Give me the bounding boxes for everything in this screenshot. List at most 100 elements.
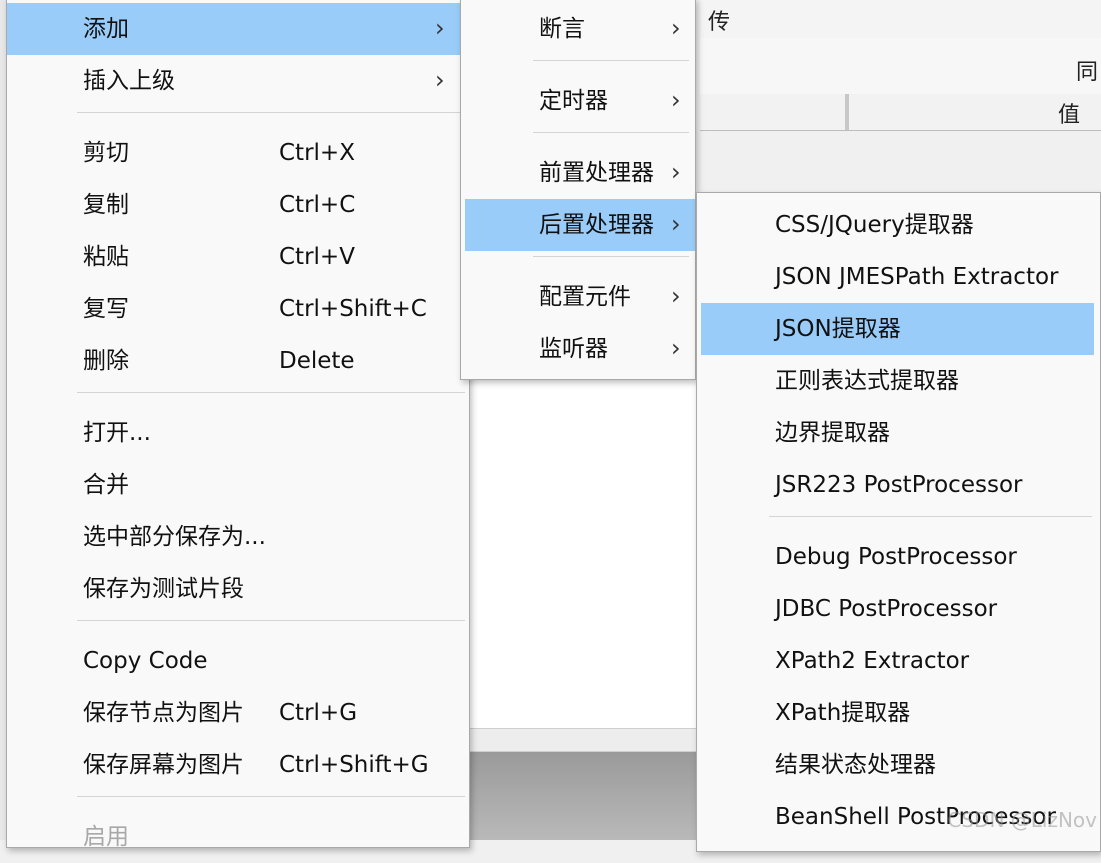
- submenu-item-listener[interactable]: 监听器 ›: [461, 323, 695, 375]
- submenu-item-boundary-extractor[interactable]: 边界提取器: [697, 407, 1100, 459]
- background-panel: [466, 752, 698, 840]
- menu-item-label: 保存为测试片段: [83, 576, 244, 602]
- menu-item-save-as-fragment[interactable]: 保存为测试片段: [7, 563, 469, 615]
- menu-item-label: 合并: [83, 472, 129, 498]
- menu-item-cut[interactable]: 剪切 Ctrl+X: [7, 127, 469, 179]
- background-scrollbar[interactable]: [466, 728, 698, 752]
- menu-item-label: JSON JMESPath Extractor: [775, 264, 1059, 290]
- submenu-item-xpath2-extractor[interactable]: XPath2 Extractor: [697, 635, 1100, 687]
- submenu-item-jdbc-postprocessor[interactable]: JDBC PostProcessor: [697, 583, 1100, 635]
- submenu-item-json-extractor[interactable]: JSON提取器: [701, 303, 1094, 355]
- menu-item-label: 结果状态处理器: [775, 752, 936, 778]
- menu-item-shortcut: Ctrl+Shift+C: [279, 296, 427, 322]
- menu-item-label: 复写: [83, 296, 129, 322]
- menu-separator: [533, 132, 689, 133]
- menu-item-shortcut: Delete: [279, 348, 355, 374]
- submenu-item-xpath-extractor[interactable]: XPath提取器: [697, 687, 1100, 739]
- menu-separator: [77, 392, 465, 393]
- menu-item-label: Debug PostProcessor: [775, 544, 1017, 570]
- menu-item-label: CSS/JQuery提取器: [775, 212, 974, 238]
- menu-item-label: 插入上级: [83, 68, 175, 94]
- menu-separator: [533, 60, 689, 61]
- chevron-right-icon: ›: [671, 334, 681, 362]
- menu-item-merge[interactable]: 合并: [7, 459, 469, 511]
- submenu-item-postprocessor[interactable]: 后置处理器 ›: [465, 199, 695, 251]
- postprocessor-submenu: CSS/JQuery提取器 JSON JMESPath Extractor JS…: [696, 192, 1101, 852]
- menu-item-shortcut: Ctrl+Shift+G: [279, 752, 429, 778]
- menu-item-shortcut: Ctrl+G: [279, 700, 358, 726]
- menu-item-label: Copy Code: [83, 648, 208, 674]
- chevron-right-icon: ›: [671, 210, 681, 238]
- menu-separator: [77, 620, 465, 621]
- menu-item-label: 删除: [83, 348, 129, 374]
- background-options-row: 同: [700, 38, 1101, 95]
- menu-item-label: 保存节点为图片: [83, 700, 244, 726]
- submenu-item-css-jquery-extractor[interactable]: CSS/JQuery提取器: [697, 199, 1100, 251]
- menu-item-label: 选中部分保存为...: [83, 524, 266, 550]
- menu-item-save-screen-image[interactable]: 保存屏幕为图片 Ctrl+Shift+G: [7, 739, 469, 791]
- menu-item-label: JSR223 PostProcessor: [775, 472, 1023, 498]
- menu-item-label: 边界提取器: [775, 420, 890, 446]
- menu-item-label: 断言: [539, 16, 585, 42]
- menu-item-copy[interactable]: 复制 Ctrl+C: [7, 179, 469, 231]
- submenu-item-assertion[interactable]: 断言 ›: [461, 3, 695, 55]
- background-options-text: 同: [1076, 60, 1099, 85]
- menu-item-label: 监听器: [539, 336, 608, 362]
- menu-separator: [77, 796, 465, 797]
- menu-item-label: 正则表达式提取器: [775, 368, 959, 394]
- menu-item-label: 保存屏幕为图片: [83, 752, 244, 778]
- menu-item-shortcut: Ctrl+C: [279, 192, 356, 218]
- menu-item-label: JDBC PostProcessor: [775, 596, 998, 622]
- submenu-item-jsr223-postprocessor[interactable]: JSR223 PostProcessor: [697, 459, 1100, 511]
- menu-item-enable: 启用: [7, 811, 469, 863]
- menu-item-delete[interactable]: 删除 Delete: [7, 335, 469, 387]
- column-divider[interactable]: [845, 94, 849, 130]
- menu-item-label: 配置元件: [539, 284, 631, 310]
- background-toolbar-text: 传: [708, 10, 731, 35]
- submenu-item-debug-postprocessor[interactable]: Debug PostProcessor: [697, 531, 1100, 583]
- menu-item-shortcut: Ctrl+V: [279, 244, 355, 270]
- context-menu: 添加 › 插入上级 › 剪切 Ctrl+X 复制 Ctrl+C 粘贴 Ctrl+…: [6, 0, 470, 850]
- menu-item-add[interactable]: 添加 ›: [7, 3, 469, 55]
- menu-item-label: 复制: [83, 192, 129, 218]
- menu-item-label: XPath2 Extractor: [775, 648, 970, 674]
- menu-item-label: 启用: [83, 824, 129, 850]
- chevron-right-icon: ›: [671, 282, 681, 310]
- submenu-item-regex-extractor[interactable]: 正则表达式提取器: [697, 355, 1100, 407]
- submenu-item-timer[interactable]: 定时器 ›: [461, 75, 695, 127]
- background-toolbar: 传: [700, 0, 1101, 39]
- submenu-item-json-jmespath-extractor[interactable]: JSON JMESPath Extractor: [697, 251, 1100, 303]
- menu-item-save-node-image[interactable]: 保存节点为图片 Ctrl+G: [7, 687, 469, 739]
- menu-separator: [77, 112, 465, 113]
- menu-item-label: 后置处理器: [539, 212, 654, 238]
- menu-item-label: JSON提取器: [775, 316, 901, 342]
- menu-item-paste[interactable]: 粘贴 Ctrl+V: [7, 231, 469, 283]
- submenu-item-result-status-handler[interactable]: 结果状态处理器: [697, 739, 1100, 791]
- column-header-value[interactable]: 值: [1058, 97, 1080, 129]
- chevron-right-icon: ›: [435, 14, 445, 42]
- menu-item-label: 打开...: [83, 420, 151, 446]
- submenu-item-preprocessor[interactable]: 前置处理器 ›: [461, 147, 695, 199]
- menu-item-open[interactable]: 打开...: [7, 407, 469, 459]
- menu-item-insert-parent[interactable]: 插入上级 ›: [7, 55, 469, 107]
- background-table-header: 值: [700, 94, 1101, 131]
- add-submenu: 断言 › 定时器 › 前置处理器 › 后置处理器 › 配置元件 › 监听器 ›: [460, 0, 696, 380]
- menu-item-label: 定时器: [539, 88, 608, 114]
- watermark: CSDN @LizNov: [947, 808, 1097, 832]
- menu-item-label: 前置处理器: [539, 160, 654, 186]
- menu-item-save-selection-as[interactable]: 选中部分保存为...: [7, 511, 469, 563]
- chevron-right-icon: ›: [435, 66, 445, 94]
- menu-item-duplicate[interactable]: 复写 Ctrl+Shift+C: [7, 283, 469, 335]
- menu-item-label: 剪切: [83, 140, 129, 166]
- menu-separator: [769, 516, 1092, 517]
- menu-item-label: XPath提取器: [775, 700, 911, 726]
- menu-item-shortcut: Ctrl+X: [279, 140, 355, 166]
- chevron-right-icon: ›: [671, 86, 681, 114]
- menu-separator: [533, 256, 689, 257]
- menu-item-label: 粘贴: [83, 244, 129, 270]
- chevron-right-icon: ›: [671, 14, 681, 42]
- menu-item-copy-code[interactable]: Copy Code: [7, 635, 469, 687]
- chevron-right-icon: ›: [671, 158, 681, 186]
- submenu-item-config-element[interactable]: 配置元件 ›: [461, 271, 695, 323]
- menu-item-label: 添加: [83, 16, 129, 42]
